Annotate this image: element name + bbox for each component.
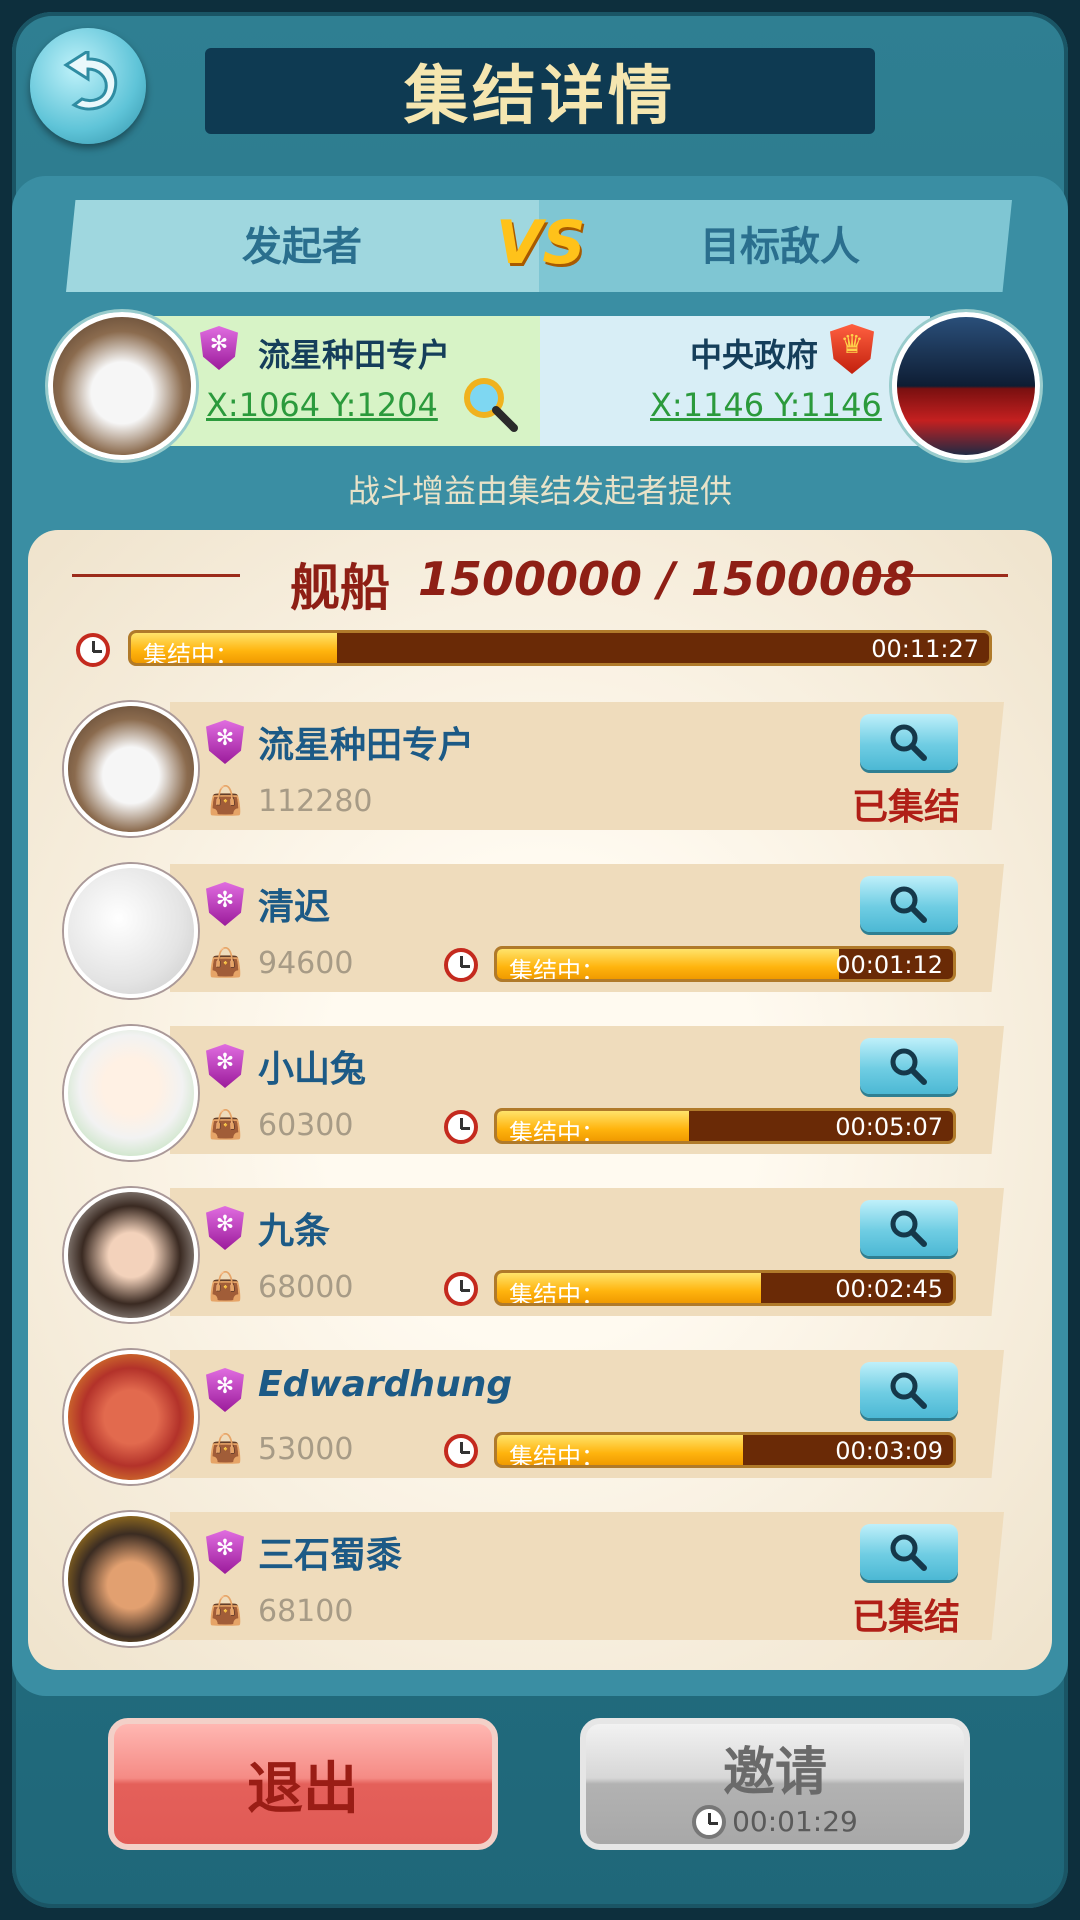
ships-value: 1500000 / 1500008 <box>418 552 915 606</box>
page-title: 集结详情 <box>404 60 676 134</box>
clock-icon <box>444 948 478 982</box>
member-count: 68100 <box>258 1594 354 1629</box>
member-status: 已集结 <box>852 787 961 828</box>
divider-left <box>72 574 240 577</box>
member-search-button[interactable] <box>860 1200 958 1256</box>
member-progress-label: 集结中： <box>509 957 605 982</box>
target-name: 中央政府 <box>690 336 819 374</box>
supply-bag-icon: 👜 <box>208 1270 243 1303</box>
ships-label: 舰船 <box>290 559 390 617</box>
avatar[interactable] <box>64 1350 198 1484</box>
vs-mark: VS <box>496 208 586 278</box>
avatar[interactable] <box>64 1026 198 1160</box>
clock-icon <box>444 1110 478 1144</box>
supply-bag-icon: 👜 <box>208 1594 243 1627</box>
avatar[interactable] <box>64 864 198 998</box>
member-status: 已集结 <box>852 1597 961 1638</box>
member-name: 九条 <box>258 1211 331 1252</box>
supply-bag-icon: 👜 <box>208 1108 243 1141</box>
target-label: 目标敌人 <box>700 224 860 270</box>
member-name: 流星种田专户 <box>258 725 475 766</box>
member-progress-bar: 集结中： 00:02:45 <box>494 1270 956 1306</box>
rally-progress-time: 00:11:27 <box>871 635 979 663</box>
member-name: 清迟 <box>258 887 331 928</box>
member-progress-label: 集结中： <box>509 1281 605 1306</box>
target-coords-link[interactable]: X:1146 Y:1146 <box>650 386 882 424</box>
clock-icon <box>444 1434 478 1468</box>
invite-cooldown-time: 00:01:29 <box>732 1805 858 1838</box>
initiator-label: 发起者 <box>242 224 362 270</box>
member-progress-bar: 集结中： 00:03:09 <box>494 1432 956 1468</box>
member-search-button[interactable] <box>860 1362 958 1418</box>
exit-button-label: 退出 <box>247 1756 359 1822</box>
member-name: Edwardhung <box>258 1364 513 1405</box>
invite-cooldown: 00:01:29 <box>692 1804 858 1839</box>
rally-progress-bar: 集结中： 00:11:27 <box>128 630 992 666</box>
buff-note: 战斗增益由集结发起者提供 <box>347 472 732 510</box>
member-count: 68000 <box>258 1270 354 1305</box>
member-progress-label: 集结中： <box>509 1119 605 1144</box>
clock-icon <box>444 1272 478 1306</box>
member-name: 三石蜀黍 <box>258 1535 403 1576</box>
clock-icon <box>692 1804 727 1839</box>
member-count: 53000 <box>258 1432 354 1467</box>
member-progress-time: 00:05:07 <box>835 1113 943 1141</box>
member-progress-label: 集结中： <box>509 1443 605 1468</box>
avatar[interactable] <box>64 1188 198 1322</box>
back-button[interactable] <box>30 28 146 144</box>
member-count: 112280 <box>258 784 373 819</box>
magnifier-icon[interactable] <box>462 376 518 432</box>
invite-button-label: 邀请 <box>722 1742 827 1803</box>
member-progress-time: 00:01:12 <box>835 951 943 979</box>
member-progress-time: 00:03:09 <box>835 1437 943 1465</box>
clock-icon <box>76 633 110 667</box>
member-search-button[interactable] <box>860 1524 958 1580</box>
supply-bag-icon: 👜 <box>208 1432 243 1465</box>
member-count: 94600 <box>258 946 354 981</box>
exit-button[interactable]: 退出 <box>108 1718 498 1850</box>
magnifier-icon <box>890 724 927 761</box>
target-avatar[interactable] <box>892 312 1040 460</box>
initiator-coords-link[interactable]: X:1064 Y:1204 <box>206 386 438 424</box>
magnifier-icon <box>890 1534 927 1571</box>
member-progress-bar: 集结中： 00:01:12 <box>494 946 956 982</box>
initiator-name: 流星种田专户 <box>258 336 451 374</box>
magnifier-icon <box>890 1048 927 1085</box>
member-progress-bar: 集结中： 00:05:07 <box>494 1108 956 1144</box>
supply-bag-icon: 👜 <box>208 946 243 979</box>
magnifier-icon <box>890 1210 927 1247</box>
member-search-button[interactable] <box>860 876 958 932</box>
supply-bag-icon: 👜 <box>208 784 243 817</box>
back-arrow-icon <box>63 51 118 111</box>
initiator-avatar[interactable] <box>48 312 196 460</box>
avatar[interactable] <box>64 702 198 836</box>
magnifier-icon <box>890 886 927 923</box>
avatar[interactable] <box>64 1512 198 1646</box>
member-search-button[interactable] <box>860 1038 958 1094</box>
member-name: 小山兔 <box>258 1049 367 1090</box>
member-search-button[interactable] <box>860 714 958 770</box>
magnifier-icon <box>890 1372 927 1409</box>
member-count: 60300 <box>258 1108 354 1143</box>
rally-progress-label: 集结中： <box>143 641 239 666</box>
invite-button[interactable]: 邀请 00:01:29 <box>580 1718 970 1850</box>
title-bar: 集结详情 <box>205 48 875 134</box>
member-progress-time: 00:02:45 <box>835 1275 943 1303</box>
